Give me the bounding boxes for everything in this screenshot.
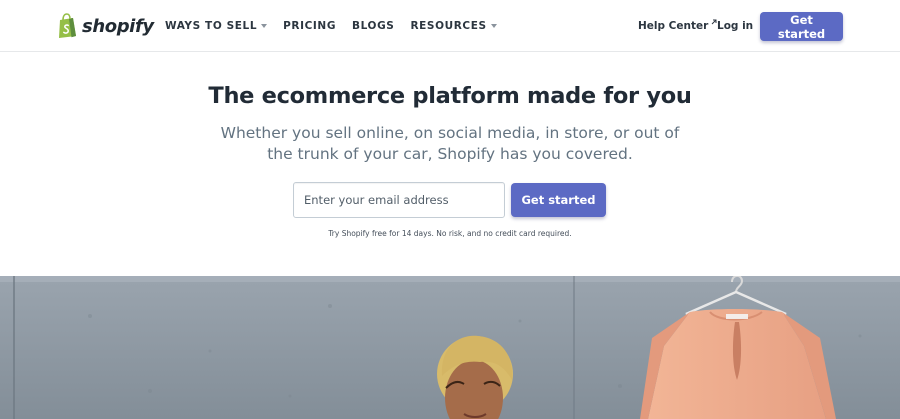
hero-subtitle-line1: Whether you sell online, on social media… <box>220 124 680 142</box>
woman-portrait <box>437 335 513 419</box>
caret-down-icon <box>261 24 268 28</box>
trial-disclaimer: Try Shopify free for 14 days. No risk, a… <box>328 229 572 238</box>
site-header: shopify WAYS TO SELL PRICING BLOGS RESOU… <box>0 0 900 52</box>
shopify-logo[interactable]: shopify <box>56 12 154 40</box>
hero-get-started-button[interactable]: Get started <box>511 183 606 217</box>
shopping-bag-icon <box>59 13 76 38</box>
nav-resources-label: RESOURCES <box>410 20 487 32</box>
login-wrap: Log in <box>717 0 753 52</box>
hero-subtitle: Whether you sell online, on social media… <box>210 123 690 165</box>
nav-resources[interactable]: RESOURCES <box>410 20 497 32</box>
nav-blogs-label: BLOGS <box>352 20 395 32</box>
main-nav: WAYS TO SELL PRICING BLOGS RESOURCES <box>165 0 513 52</box>
header-get-started-button[interactable]: Get started <box>760 12 843 41</box>
help-center-wrap: Help Center <box>638 0 717 52</box>
hero-subtitle-line2: the trunk of your car, Shopify has you c… <box>267 145 633 163</box>
nav-ways-to-sell-label: WAYS TO SELL <box>165 20 258 32</box>
logo-wordmark: shopify <box>82 15 154 37</box>
nav-pricing[interactable]: PRICING <box>283 20 336 32</box>
hero-photo-art <box>0 276 900 419</box>
nav-ways-to-sell[interactable]: WAYS TO SELL <box>165 20 268 32</box>
caret-down-icon <box>490 24 497 28</box>
help-center-label: Help Center <box>638 20 709 32</box>
login-link[interactable]: Log in <box>717 20 753 32</box>
email-input[interactable] <box>293 182 505 218</box>
help-center-link[interactable]: Help Center <box>638 19 717 32</box>
hero-photo <box>0 276 900 419</box>
nav-pricing-label: PRICING <box>283 20 337 32</box>
hero-title: The ecommerce platform made for you <box>208 83 692 109</box>
nav-blogs[interactable]: BLOGS <box>352 20 394 32</box>
